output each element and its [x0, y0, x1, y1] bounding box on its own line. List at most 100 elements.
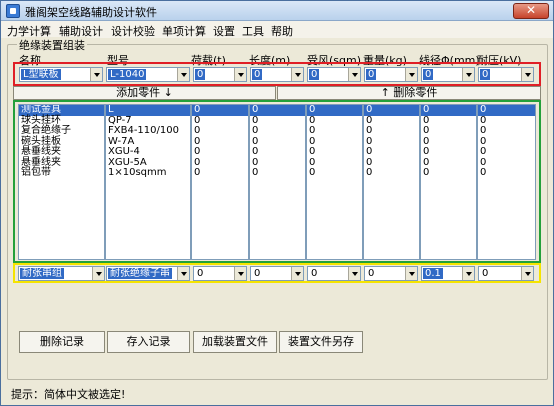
parts-list-name[interactable]: 测试金具 球头挂环 复合绝缘子 碗头挂板 悬垂线夹 悬垂线夹 铝包带 — [18, 104, 105, 260]
parts-list-length[interactable]: 0 0 0 0 0 0 0 — [249, 104, 306, 260]
length-combo[interactable]: 0 — [250, 67, 304, 82]
list-item[interactable]: 0 — [250, 115, 305, 127]
chevron-down-icon[interactable] — [177, 68, 189, 81]
assembly-load-combo[interactable]: 0 — [193, 266, 247, 281]
list-item[interactable]: 0 — [421, 115, 476, 127]
list-item[interactable]: 0 — [364, 157, 419, 169]
list-item[interactable]: 测试金具 — [19, 105, 104, 116]
voltage-combo[interactable]: 0 — [478, 67, 534, 82]
assembly-wind-combo[interactable]: 0 — [307, 266, 361, 281]
menu-help[interactable]: 帮助 — [271, 23, 293, 39]
add-part-button[interactable]: 添加零件 ↓ — [13, 86, 276, 100]
menu-single-calc[interactable]: 单项计算 — [162, 23, 206, 39]
chevron-down-icon[interactable] — [90, 68, 102, 81]
list-item[interactable]: 0 — [250, 105, 305, 116]
list-item[interactable]: 铝包带 — [19, 167, 104, 179]
list-item[interactable]: 0 — [478, 167, 535, 179]
list-item[interactable]: 0 — [192, 125, 248, 137]
parts-list-model[interactable]: L QP-7 FXB4-110/100 W-7A XGU-4 XGU-5A 1×… — [105, 104, 191, 260]
list-item[interactable]: 1×10sqmm — [106, 167, 190, 179]
list-item[interactable]: 0 — [364, 136, 419, 148]
wind-combo[interactable]: 0 — [307, 67, 361, 82]
chevron-down-icon[interactable] — [462, 68, 474, 81]
list-item[interactable]: 0 — [192, 105, 248, 116]
chevron-down-icon[interactable] — [462, 267, 474, 280]
chevron-down-icon[interactable] — [405, 267, 417, 280]
list-item[interactable]: 0 — [421, 105, 476, 116]
list-item[interactable]: 0 — [307, 115, 362, 127]
assembly-voltage-combo[interactable]: 0 — [478, 266, 534, 281]
parts-list-diameter[interactable]: 0 0 0 0 0 0 0 — [420, 104, 477, 260]
chevron-down-icon[interactable] — [291, 267, 303, 280]
list-item[interactable]: 0 — [192, 146, 248, 158]
list-item[interactable]: 0 — [421, 146, 476, 158]
list-item[interactable]: 0 — [307, 105, 362, 116]
chevron-down-icon[interactable] — [521, 68, 533, 81]
list-item[interactable]: 0 — [307, 157, 362, 169]
list-item[interactable]: FXB4-110/100 — [106, 125, 190, 137]
list-item[interactable]: 0 — [307, 136, 362, 148]
list-item[interactable]: 0 — [307, 125, 362, 137]
list-item[interactable]: 0 — [478, 146, 535, 158]
chevron-down-icon[interactable] — [348, 267, 360, 280]
list-item[interactable]: 0 — [250, 146, 305, 158]
list-item[interactable]: 0 — [250, 167, 305, 179]
assembly-name-combo[interactable]: 耐张串组 — [18, 266, 105, 281]
chevron-down-icon[interactable] — [92, 267, 104, 280]
chevron-down-icon[interactable] — [405, 68, 417, 81]
list-item[interactable]: 复合绝缘子 — [19, 125, 104, 137]
diameter-combo[interactable]: 0 — [421, 67, 475, 82]
list-item[interactable]: 悬垂线夹 — [19, 146, 104, 158]
list-item[interactable]: 0 — [478, 105, 535, 116]
chevron-down-icon[interactable] — [521, 267, 533, 280]
close-button[interactable]: ✕ — [513, 3, 549, 19]
list-item[interactable]: 0 — [307, 146, 362, 158]
list-item[interactable]: 0 — [421, 136, 476, 148]
list-item[interactable]: 0 — [478, 115, 535, 127]
list-item[interactable]: 0 — [307, 167, 362, 179]
list-item[interactable]: 0 — [364, 146, 419, 158]
list-item[interactable]: 0 — [421, 157, 476, 169]
model-combo[interactable]: L-1040 — [106, 67, 190, 82]
list-item[interactable]: 0 — [421, 167, 476, 179]
weight-combo[interactable]: 0 — [364, 67, 418, 82]
save-device-file-as-button[interactable]: 装置文件另存 — [279, 331, 363, 353]
parts-list-voltage[interactable]: 0 0 0 0 0 0 0 — [477, 104, 536, 260]
list-item[interactable]: 0 — [364, 115, 419, 127]
parts-list-wind[interactable]: 0 0 0 0 0 0 0 — [306, 104, 363, 260]
chevron-down-icon[interactable] — [348, 68, 360, 81]
delete-part-button[interactable]: ↑ 删除零件 — [277, 86, 541, 100]
list-item[interactable]: 0 — [364, 105, 419, 116]
assembly-diameter-combo[interactable]: 0.1 — [421, 266, 475, 281]
chevron-down-icon[interactable] — [177, 267, 189, 280]
list-item[interactable]: 0 — [478, 125, 535, 137]
parts-list-weight[interactable]: 0 0 0 0 0 0 0 — [363, 104, 420, 260]
list-item[interactable]: 0 — [364, 167, 419, 179]
list-item[interactable]: 0 — [478, 157, 535, 169]
list-item[interactable]: 0 — [250, 157, 305, 169]
list-item[interactable]: 0 — [250, 136, 305, 148]
menu-settings[interactable]: 设置 — [213, 23, 235, 39]
chevron-down-icon[interactable] — [234, 68, 246, 81]
list-item[interactable]: 0 — [192, 136, 248, 148]
menu-design-check[interactable]: 设计校验 — [111, 23, 155, 39]
list-item[interactable]: 0 — [192, 157, 248, 169]
assembly-length-combo[interactable]: 0 — [250, 266, 304, 281]
list-item[interactable]: 0 — [250, 125, 305, 137]
name-combo[interactable]: L型联板 — [19, 67, 103, 82]
parts-list-load[interactable]: 0 0 0 0 0 0 0 — [191, 104, 249, 260]
list-item[interactable]: 0 — [478, 136, 535, 148]
assembly-weight-combo[interactable]: 0 — [364, 266, 418, 281]
list-item[interactable]: 0 — [192, 115, 248, 127]
menu-tools[interactable]: 工具 — [242, 23, 264, 39]
delete-record-button[interactable]: 删除记录 — [19, 331, 105, 353]
chevron-down-icon[interactable] — [234, 267, 246, 280]
list-item[interactable]: 0 — [192, 167, 248, 179]
list-item[interactable]: XGU-4 — [106, 146, 190, 158]
list-item[interactable]: 0 — [364, 125, 419, 137]
list-item[interactable]: 0 — [421, 125, 476, 137]
chevron-down-icon[interactable] — [291, 68, 303, 81]
load-device-file-button[interactable]: 加载装置文件 — [193, 331, 277, 353]
save-record-button[interactable]: 存入记录 — [107, 331, 190, 353]
load-combo[interactable]: 0 — [193, 67, 247, 82]
